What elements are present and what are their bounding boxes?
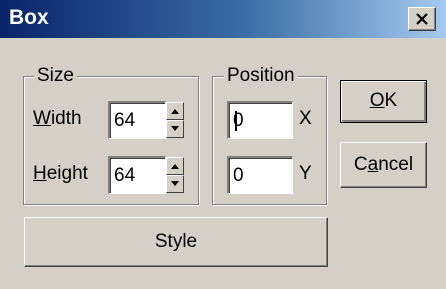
size-legend: Size xyxy=(34,65,77,87)
width-input[interactable]: 64 xyxy=(108,101,166,139)
height-label: Height xyxy=(33,163,88,184)
width-label: Width xyxy=(33,108,82,129)
height-spin-down[interactable] xyxy=(166,175,184,193)
width-spin-up[interactable] xyxy=(166,102,184,120)
close-icon xyxy=(416,13,428,25)
height-spinner[interactable] xyxy=(165,156,185,194)
size-group: Size Width 64 Height 64 xyxy=(23,65,199,205)
spin-up-icon xyxy=(171,164,179,169)
width-spin-down[interactable] xyxy=(166,120,184,138)
height-value: 64 xyxy=(114,165,136,186)
window-title: Box xyxy=(9,6,49,29)
position-legend: Position xyxy=(224,65,298,87)
cancel-button[interactable]: Cancel xyxy=(340,142,427,188)
position-group: Position 0 X 0 Y xyxy=(212,65,327,205)
close-button[interactable] xyxy=(408,7,436,31)
box-dialog: Box Size Width 64 Height 64 Position 0 X… xyxy=(0,0,446,289)
width-spinner[interactable] xyxy=(165,101,185,139)
y-value: 0 xyxy=(233,165,244,186)
y-axis-label: Y xyxy=(299,163,312,184)
x-input[interactable]: 0 xyxy=(227,101,293,139)
y-input[interactable]: 0 xyxy=(227,156,293,194)
x-axis-label: X xyxy=(299,108,312,129)
height-input[interactable]: 64 xyxy=(108,156,166,194)
ok-button[interactable]: OK xyxy=(340,80,427,123)
text-caret xyxy=(235,111,237,131)
height-spin-up[interactable] xyxy=(166,157,184,175)
style-button[interactable]: Style xyxy=(24,217,328,267)
width-value: 64 xyxy=(114,110,136,131)
title-bar[interactable]: Box xyxy=(0,0,446,38)
spin-up-icon xyxy=(171,109,179,114)
spin-down-icon xyxy=(171,126,179,131)
spin-down-icon xyxy=(171,181,179,186)
